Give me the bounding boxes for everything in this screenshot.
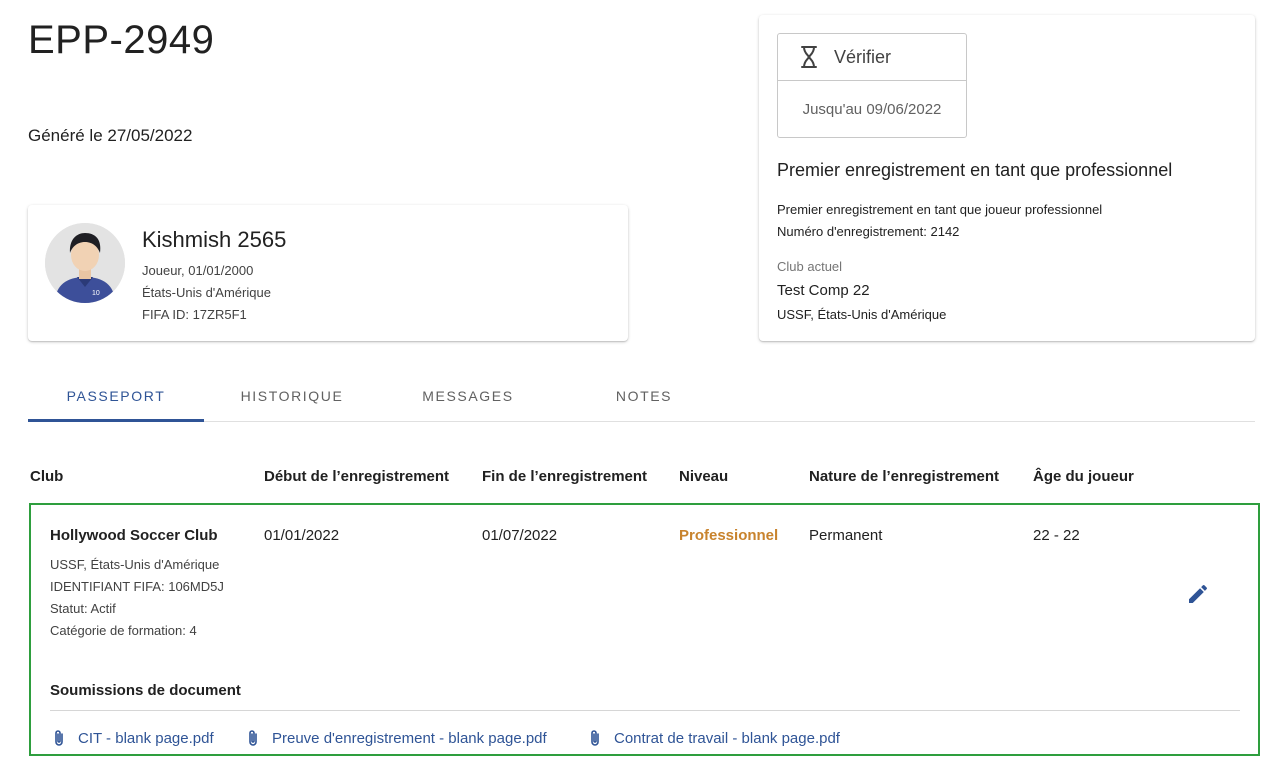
verify-box: Vérifier Jusqu'au 09/06/2022 <box>777 33 967 138</box>
document-link-proof[interactable]: Preuve d'enregistrement - blank page.pdf <box>246 729 547 747</box>
registration-number: Numéro d'enregistrement: 2142 <box>777 224 960 239</box>
row-club-status: Statut: Actif <box>50 601 116 616</box>
column-header-level: Niveau <box>679 468 729 485</box>
documents-divider <box>50 710 1240 711</box>
column-header-age: Âge du joueur <box>1033 468 1134 485</box>
tab-historique[interactable]: HISTORIQUE <box>204 370 380 422</box>
paperclip-icon <box>591 730 599 746</box>
row-club-name: Hollywood Soccer Club <box>50 527 218 544</box>
row-age: 22 - 22 <box>1033 527 1080 544</box>
player-role-birth: Joueur, 01/01/2000 <box>142 263 254 278</box>
tab-notes[interactable]: NOTES <box>556 370 732 422</box>
current-club-label: Club actuel <box>777 259 843 274</box>
document-name: Preuve d'enregistrement - blank page.pdf <box>272 729 547 747</box>
hourglass-icon <box>801 46 817 68</box>
player-card: 10 Kishmish 2565 Joueur, 01/01/2000 État… <box>28 205 628 341</box>
column-header-club: Club <box>30 468 64 485</box>
row-club-association: USSF, États-Unis d'Amérique <box>50 557 220 572</box>
row-level: Professionnel <box>679 527 779 544</box>
row-nature: Permanent <box>809 527 883 544</box>
paperclip-icon <box>55 730 63 746</box>
document-link-contract[interactable]: Contrat de travail - blank page.pdf <box>588 729 840 747</box>
player-fifa-id: FIFA ID: 17ZR5F1 <box>142 307 247 322</box>
row-training-category: Catégorie de formation: 4 <box>50 623 197 638</box>
registration-title: Premier enregistrement en tant que profe… <box>777 160 1173 180</box>
generated-date: Généré le 27/05/2022 <box>28 126 193 145</box>
document-name: CIT - blank page.pdf <box>78 729 214 747</box>
documents-title: Soumissions de document <box>50 682 241 699</box>
page-title: EPP-2949 <box>28 18 215 62</box>
player-country: États-Unis d'Amérique <box>142 285 271 300</box>
tab-bar: PASSEPORT HISTORIQUE MESSAGES NOTES <box>28 370 1255 422</box>
player-avatar-icon: 10 <box>45 223 125 303</box>
column-header-nature: Nature de l’enregistrement <box>809 468 1000 485</box>
column-header-start: Début de l’enregistrement <box>264 468 450 485</box>
current-club-association: USSF, États-Unis d'Amérique <box>777 307 947 322</box>
row-start-date: 01/01/2022 <box>264 527 340 544</box>
avatar: 10 <box>45 223 125 303</box>
row-club-fifa-id: IDENTIFIANT FIFA: 106MD5J <box>50 579 224 594</box>
document-name: Contrat de travail - blank page.pdf <box>614 729 840 747</box>
player-name: Kishmish 2565 <box>142 227 287 252</box>
tab-passeport[interactable]: PASSEPORT <box>28 370 204 422</box>
current-club-name: Test Comp 22 <box>777 282 870 299</box>
verify-label: Vérifier <box>834 46 892 67</box>
document-link-cit[interactable]: CIT - blank page.pdf <box>52 729 214 747</box>
verify-deadline: Jusqu'au 09/06/2022 <box>802 101 942 118</box>
column-header-end: Fin de l’enregistrement <box>482 468 648 485</box>
table-row: Hollywood Soccer Club USSF, États-Unis d… <box>29 503 1260 756</box>
registration-description: Premier enregistrement en tant que joueu… <box>777 202 1103 217</box>
pencil-icon[interactable] <box>1186 582 1210 606</box>
active-tab-indicator <box>28 419 204 422</box>
verify-button[interactable]: Vérifier <box>778 34 966 81</box>
tab-messages[interactable]: MESSAGES <box>380 370 556 422</box>
paperclip-icon <box>249 730 257 746</box>
jersey-number: 10 <box>92 290 100 297</box>
row-end-date: 01/07/2022 <box>482 527 558 544</box>
registration-card: Vérifier Jusqu'au 09/06/2022 Premier enr… <box>759 15 1255 341</box>
